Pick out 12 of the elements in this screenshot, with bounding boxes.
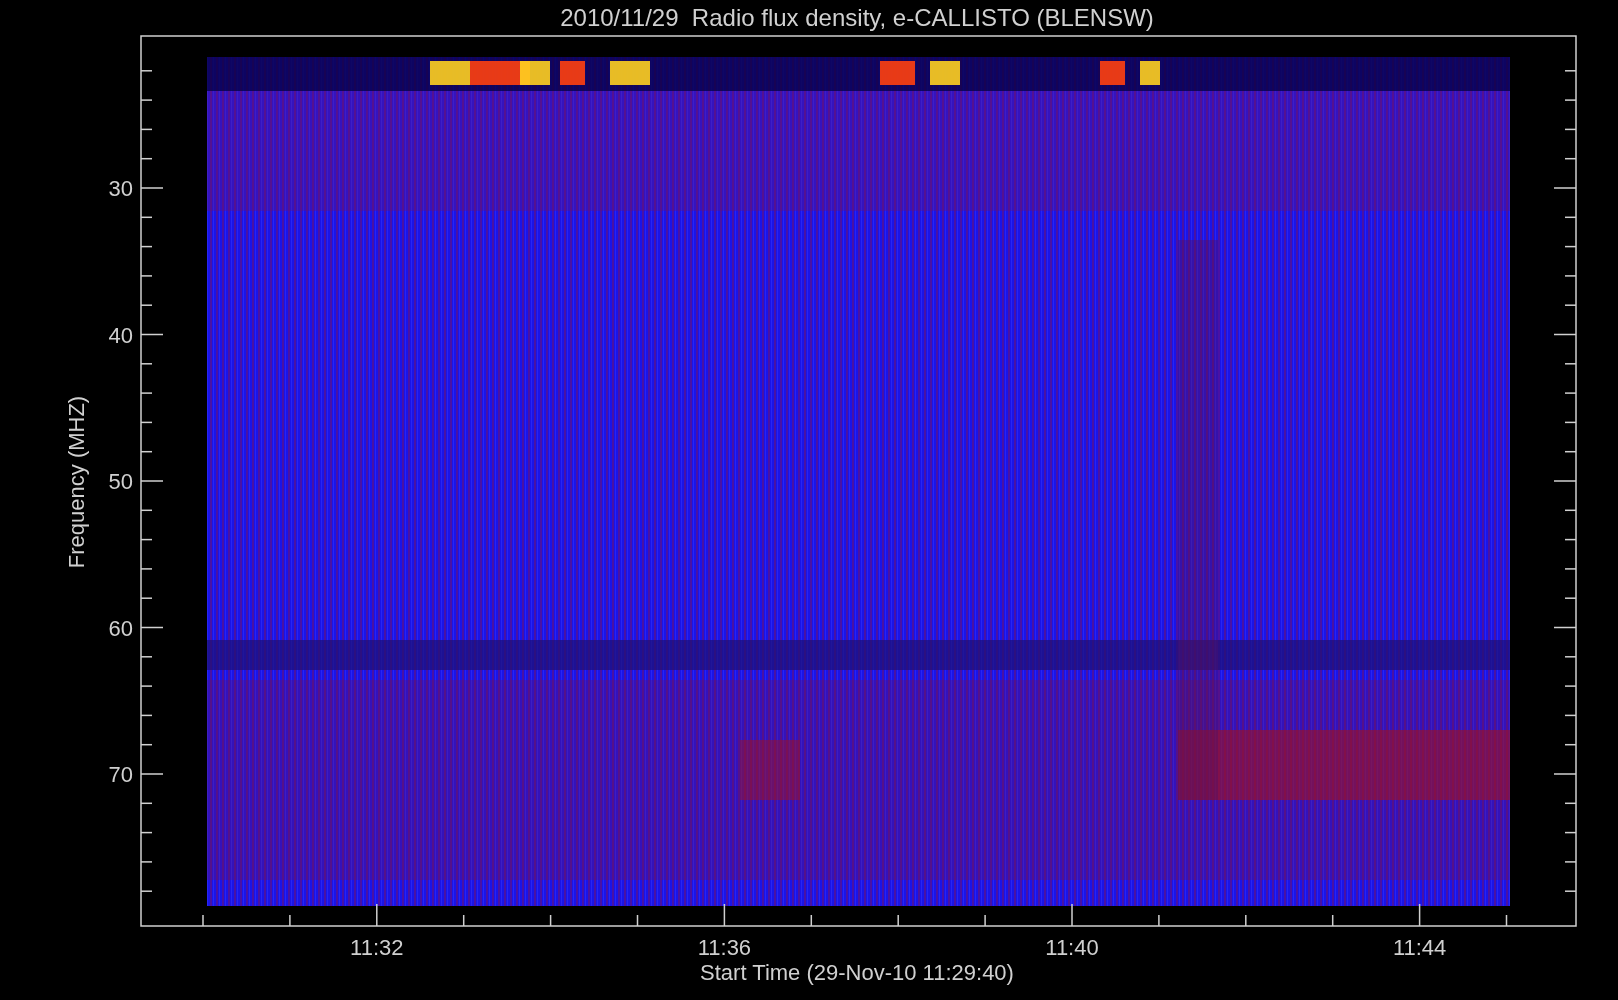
x-axis-title: Start Time (29-Nov-10 11:29:40) bbox=[700, 960, 1014, 985]
y-axis-title: Frequency (MHZ) bbox=[64, 395, 89, 569]
y-tick-label: 60 bbox=[108, 615, 133, 641]
y-tick-label: 50 bbox=[108, 469, 133, 494]
x-tick-label: 11:44 bbox=[1392, 935, 1447, 960]
y-tick-label: 40 bbox=[108, 322, 133, 348]
chart-title: 2010/11/29 Radio flux density, e-CALLISTO (BLENSW) bbox=[560, 4, 1154, 31]
x-tick-label: 11:40 bbox=[1045, 935, 1099, 960]
y-tick-label: 30 bbox=[108, 176, 133, 201]
x-tick-label: 11:32 bbox=[350, 935, 404, 960]
x-tick-label: 11:36 bbox=[697, 935, 752, 960]
y-tick-label: 70 bbox=[108, 762, 133, 787]
